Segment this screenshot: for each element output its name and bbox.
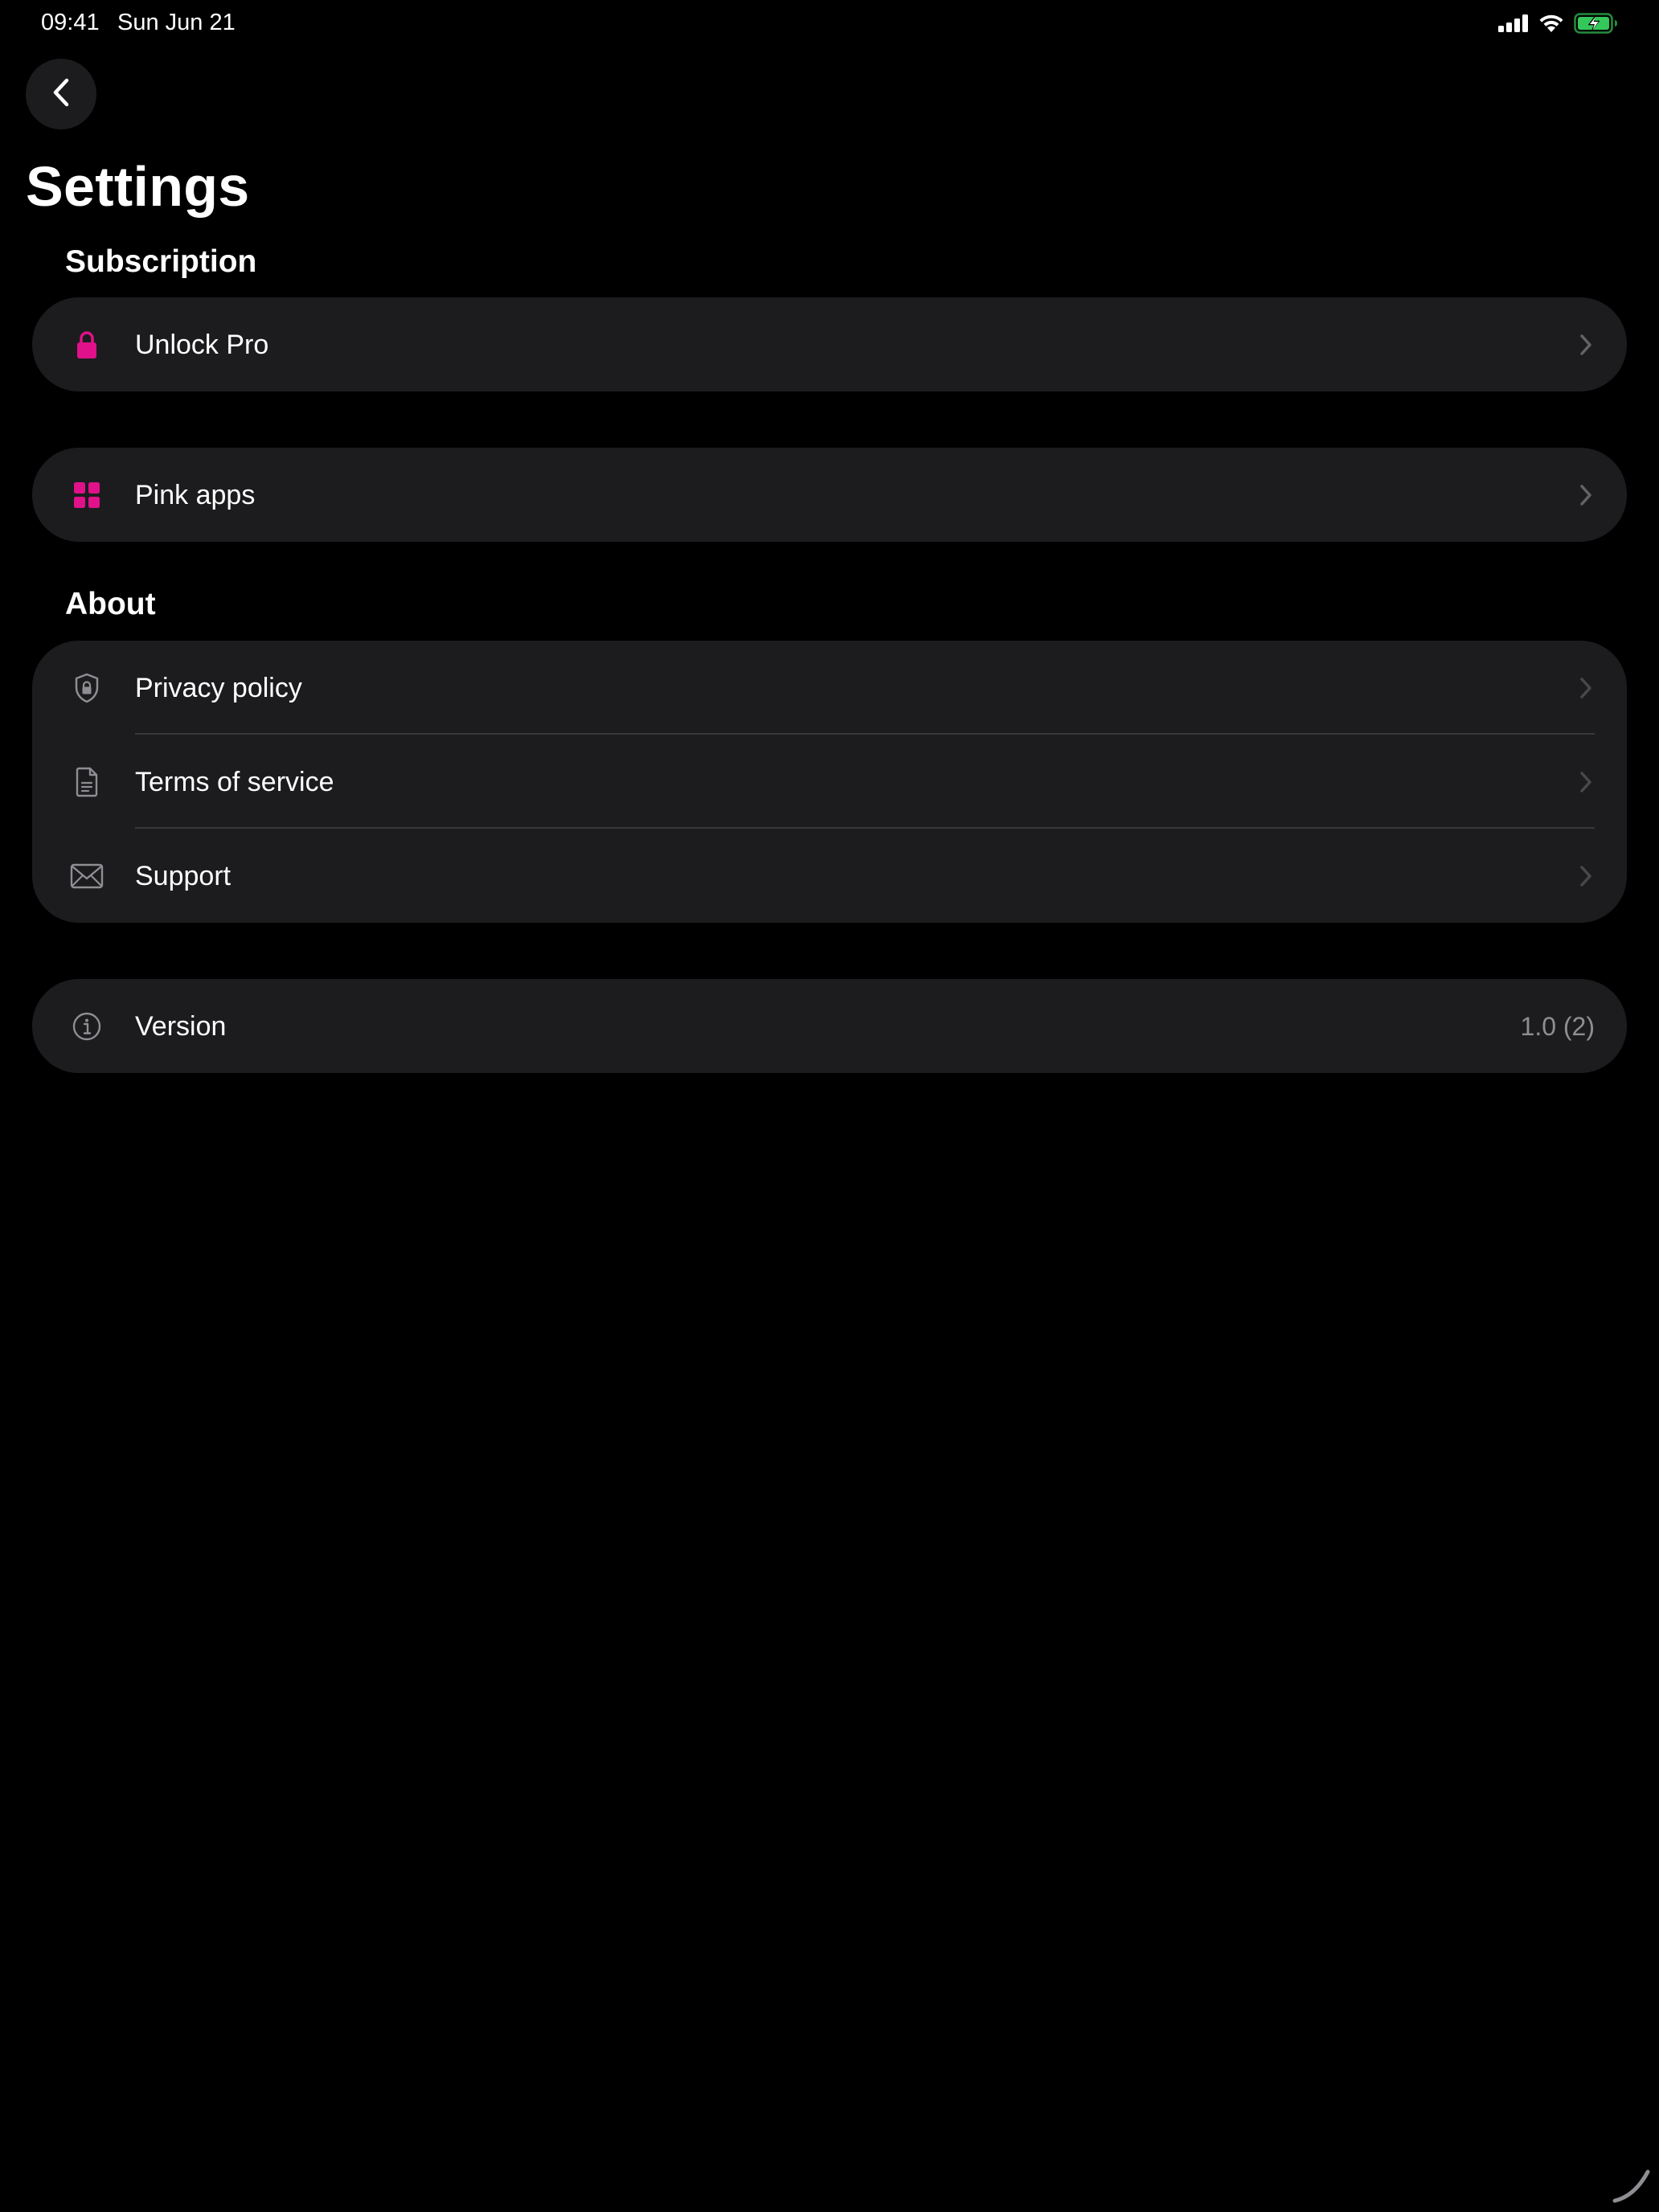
version-value: 1.0 (2) [1520, 1011, 1595, 1041]
chevron-right-icon [1577, 864, 1595, 888]
row-version: Version 1.0 (2) [32, 979, 1627, 1073]
row-privacy-policy[interactable]: Privacy policy [32, 641, 1627, 735]
wifi-icon [1538, 14, 1564, 37]
grid-icon [70, 478, 104, 512]
status-bar: 09:41 Sun Jun 21 [0, 0, 1659, 51]
shield-lock-icon [70, 671, 104, 705]
lock-icon [70, 328, 104, 362]
status-icons [1498, 12, 1619, 38]
document-icon [70, 765, 104, 799]
row-unlock-pro[interactable]: Unlock Pro [32, 297, 1627, 391]
chevron-left-icon [51, 78, 71, 111]
row-label-privacy-policy: Privacy policy [135, 672, 302, 703]
section-header-subscription: Subscription [65, 244, 257, 279]
chevron-right-icon [1577, 770, 1595, 794]
row-support[interactable]: Support [32, 829, 1627, 923]
section-header-about: About [65, 587, 156, 621]
row-label-pink-apps: Pink apps [135, 479, 256, 510]
cellular-signal-icon [1498, 14, 1529, 36]
status-time: 09:41 [41, 10, 100, 35]
group-version: Version 1.0 (2) [32, 979, 1627, 1073]
corner-gesture-indicator [1611, 2164, 1653, 2206]
row-label-version: Version [135, 1010, 227, 1042]
chevron-right-icon [1577, 483, 1595, 507]
row-label-terms-of-service: Terms of service [135, 766, 334, 797]
back-button[interactable] [26, 59, 96, 129]
status-date: Sun Jun 21 [117, 10, 236, 35]
envelope-icon [70, 859, 104, 893]
battery-charging-icon [1574, 12, 1619, 38]
page-title: Settings [26, 155, 250, 218]
chevron-right-icon [1577, 333, 1595, 357]
row-label-unlock-pro: Unlock Pro [135, 329, 269, 360]
group-subscription: Unlock Pro [32, 297, 1627, 391]
row-pink-apps[interactable]: Pink apps [32, 448, 1627, 542]
info-icon [70, 1010, 104, 1043]
group-apps: Pink apps [32, 448, 1627, 542]
group-about: Privacy policy Terms of service Support [32, 641, 1627, 923]
chevron-right-icon [1577, 676, 1595, 700]
row-terms-of-service[interactable]: Terms of service [32, 735, 1627, 829]
row-label-support: Support [135, 860, 231, 891]
